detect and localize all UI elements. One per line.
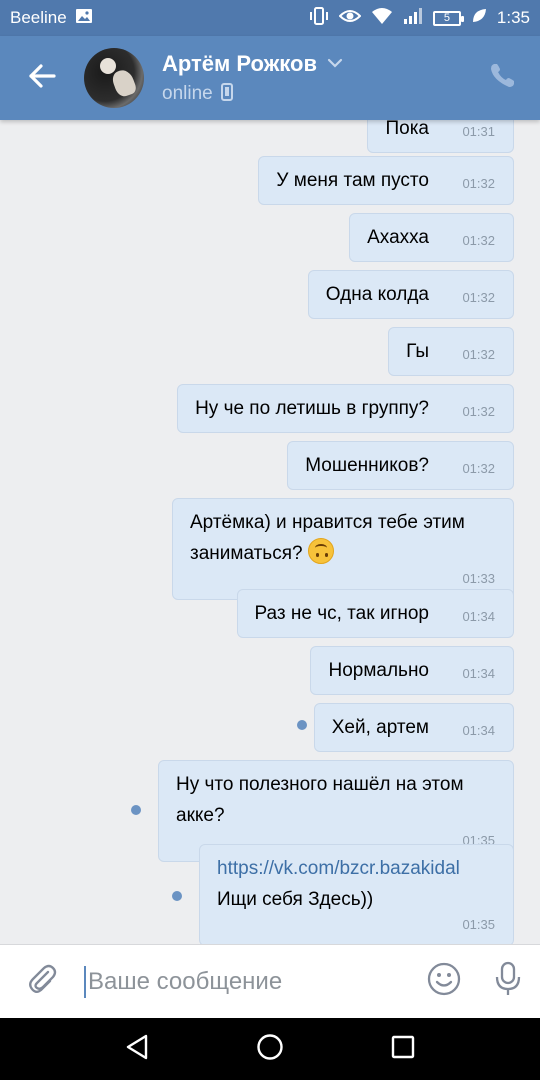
unread-indicator bbox=[131, 805, 141, 815]
message-bubble[interactable]: https://vk.com/bzcr.bazakidal Ищи себя Зд… bbox=[199, 844, 514, 944]
battery-level: 5 bbox=[443, 12, 450, 24]
carrier-name: Beeline bbox=[10, 8, 67, 27]
nav-back-button[interactable] bbox=[117, 1029, 157, 1069]
phone-icon bbox=[488, 62, 516, 95]
recents-square-icon bbox=[390, 1034, 416, 1065]
contact-info[interactable]: Артём Рожков online bbox=[162, 51, 343, 106]
text-cursor bbox=[84, 965, 86, 998]
nav-home-button[interactable] bbox=[250, 1029, 290, 1069]
leaf-icon bbox=[471, 8, 487, 29]
emoji-button[interactable] bbox=[412, 945, 476, 1019]
microphone-icon bbox=[494, 961, 522, 1002]
carrier-group: Beeline bbox=[10, 8, 93, 29]
message-time: 01:34 bbox=[462, 609, 495, 624]
message-text: Ищи себя Здесь)) bbox=[217, 889, 374, 910]
message-bubble[interactable]: Мошенников? 01:32 bbox=[287, 441, 514, 490]
voice-message-button[interactable] bbox=[476, 945, 540, 1019]
message-body: Артёмка) и нравится тебе этим заниматься… bbox=[190, 507, 497, 569]
message-time: 01:35 bbox=[462, 917, 495, 932]
back-button[interactable] bbox=[0, 36, 84, 120]
message-bubble[interactable]: Ахахха 01:32 bbox=[349, 213, 514, 262]
upside-down-face-icon bbox=[307, 538, 334, 564]
eye-icon bbox=[338, 8, 362, 29]
system-nav-bar bbox=[0, 1018, 540, 1080]
battery-icon: 5 bbox=[432, 10, 464, 26]
home-circle-icon bbox=[256, 1033, 284, 1066]
arrow-left-icon bbox=[28, 63, 56, 93]
call-button[interactable] bbox=[486, 62, 518, 94]
message-body: https://vk.com/bzcr.bazakidal Ищи себя Зд… bbox=[217, 853, 497, 915]
message-bubble[interactable]: Раз не чс, так игнор 01:34 bbox=[236, 589, 514, 638]
wifi-icon bbox=[371, 7, 393, 30]
message-placeholder: Ваше сообщение bbox=[88, 967, 283, 995]
message-bubble[interactable]: Артёмка) и нравится тебе этим заниматься… bbox=[172, 498, 514, 600]
name-row: Артём Рожков bbox=[162, 51, 343, 77]
status-row: online bbox=[162, 82, 343, 106]
avatar[interactable] bbox=[84, 48, 144, 108]
message-time: 01:31 bbox=[462, 124, 495, 139]
message-bubble[interactable]: Хей, артем 01:34 bbox=[313, 703, 514, 752]
signal-icon bbox=[403, 7, 423, 30]
status-icons: 5 1:35 bbox=[309, 6, 530, 31]
message-time: 01:32 bbox=[462, 176, 495, 191]
vibrate-icon bbox=[309, 6, 329, 31]
message-link[interactable]: https://vk.com/bzcr.bazakidal bbox=[217, 858, 460, 879]
message-time: 01:32 bbox=[462, 404, 495, 419]
unread-indicator bbox=[172, 891, 182, 901]
message-input[interactable]: Ваше сообщение bbox=[84, 945, 412, 1019]
mobile-icon bbox=[220, 82, 233, 106]
message-time: 01:32 bbox=[462, 461, 495, 476]
message-bubble[interactable]: У меня там пусто 01:32 bbox=[258, 156, 514, 205]
message-bubble[interactable]: Ну че по летишь в группу? 01:32 bbox=[177, 384, 514, 433]
message-time: 01:32 bbox=[462, 347, 495, 362]
message-bubble[interactable]: Пока 01:31 bbox=[367, 120, 514, 153]
message-time: 01:34 bbox=[462, 723, 495, 738]
smile-icon bbox=[427, 962, 461, 1001]
message-time: 01:32 bbox=[462, 290, 495, 305]
unread-indicator bbox=[297, 720, 307, 730]
attach-button[interactable] bbox=[0, 945, 84, 1019]
paperclip-icon bbox=[26, 963, 58, 1000]
message-text: Ну че по летишь в группу? bbox=[195, 398, 429, 419]
message-text: Раз не чс, так игнор bbox=[254, 603, 430, 624]
status-time: 1:35 bbox=[496, 8, 530, 27]
message-time: 01:34 bbox=[462, 666, 495, 681]
chat-header: Артём Рожков online bbox=[0, 36, 540, 120]
message-text: Ну что полезного нашёл на этом акке? bbox=[176, 774, 464, 826]
chevron-down-icon bbox=[327, 55, 343, 73]
message-list[interactable]: Пока 01:31 У меня там пусто 01:32 Ахахха… bbox=[0, 120, 540, 944]
contact-name: Артём Рожков bbox=[162, 50, 317, 76]
message-bubble[interactable]: Гы 01:32 bbox=[388, 327, 514, 376]
image-icon bbox=[75, 8, 93, 29]
message-bubble[interactable]: Нормально 01:34 bbox=[310, 646, 514, 695]
message-bubble[interactable]: Одна колда 01:32 bbox=[307, 270, 514, 319]
online-status: online bbox=[162, 83, 213, 104]
message-time: 01:32 bbox=[462, 233, 495, 248]
back-triangle-icon bbox=[124, 1033, 150, 1066]
nav-recents-button[interactable] bbox=[383, 1029, 423, 1069]
message-composer: Ваше сообщение bbox=[0, 944, 540, 1018]
status-bar: Beeline 5 1:35 bbox=[0, 0, 540, 36]
